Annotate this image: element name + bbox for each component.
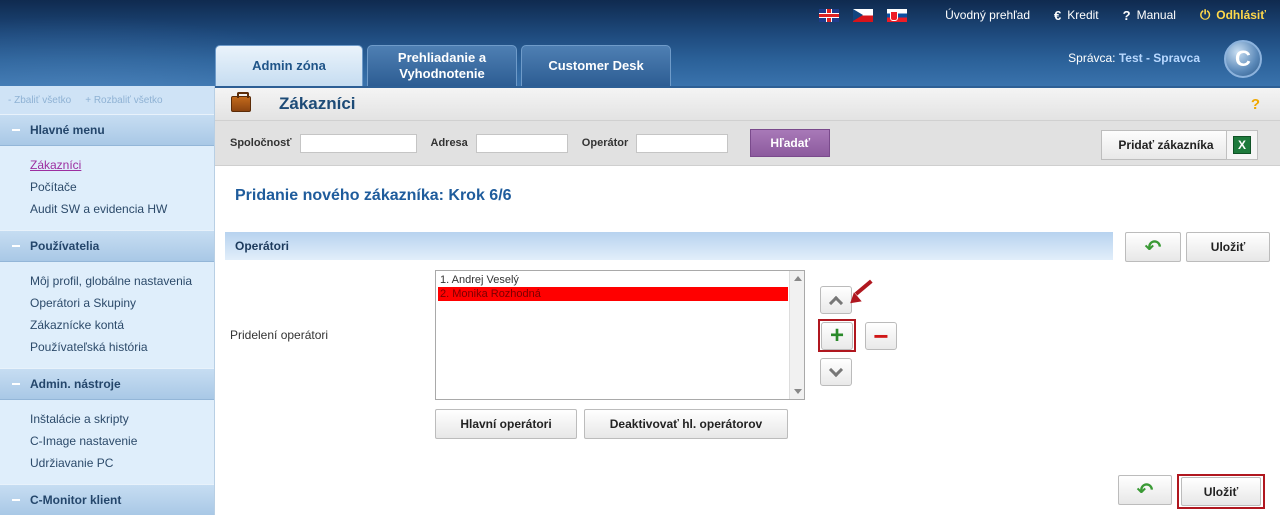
- manual-link[interactable]: ? Manual: [1123, 8, 1176, 23]
- annotation-arrow-icon: [854, 279, 873, 296]
- sidebar: - Zbaliť všetko + Rozbaliť všetko Hlavné…: [0, 86, 215, 515]
- sidebar-item-user-history[interactable]: Používateľská história: [30, 336, 214, 358]
- top-links: Úvodný prehľad € Kredit ? Manual ⏻ Odhlásiť: [819, 6, 1280, 24]
- credit-link[interactable]: € Kredit: [1054, 8, 1099, 23]
- minus-icon: −: [873, 321, 889, 351]
- plus-icon: +: [829, 322, 844, 349]
- chevron-up-icon: [828, 295, 844, 310]
- sidebar-item-customer-accounts[interactable]: Zákaznícke kontá: [30, 314, 214, 336]
- operators-section-header: Operátori: [225, 232, 1113, 260]
- page-header: Zákazníci ?: [215, 86, 1280, 120]
- sidebar-item-customers[interactable]: Zákazníci: [30, 154, 214, 176]
- sidebar-section-label: Admin. nástroje: [30, 377, 121, 391]
- admin-info: Správca: Test - Spravca: [1068, 51, 1200, 65]
- operator-label: Operátor: [581, 137, 629, 149]
- company-label: Spoločnosť: [230, 137, 292, 149]
- briefcase-icon: [231, 92, 251, 112]
- excel-icon: X: [1233, 136, 1251, 154]
- uk-flag-icon[interactable]: [819, 8, 840, 22]
- main-content: Zákazníci ? Spoločnosť Adresa Operátor H…: [215, 86, 1280, 515]
- main-operators-button[interactable]: Hlavní operátori: [435, 409, 577, 439]
- cz-flag-icon[interactable]: [853, 8, 874, 22]
- sidebar-item-cimage[interactable]: C-Image nastavenie: [30, 430, 214, 452]
- operator-input[interactable]: [636, 133, 729, 153]
- sidebar-items-admin-tools: Inštalácie a skripty C-Image nastavenie …: [0, 400, 214, 484]
- logout-link[interactable]: ⏻ Odhlásiť: [1200, 7, 1266, 23]
- list-item[interactable]: 2. Monika Rozhodná: [438, 287, 788, 301]
- sidebar-section-label: Používatelia: [30, 239, 100, 253]
- back-button[interactable]: ↶: [1125, 232, 1181, 262]
- tab-customer-desk[interactable]: Customer Desk: [521, 45, 671, 86]
- scroll-up-icon[interactable]: [794, 276, 802, 281]
- wizard-step-title: Pridanie nového zákazníka: Krok 6/6: [235, 187, 512, 204]
- admin-label: Správca:: [1068, 51, 1116, 65]
- sidebar-items-main-menu: Zákazníci Počítače Audit SW a evidencia …: [0, 146, 214, 230]
- question-icon: ?: [1122, 7, 1131, 23]
- collapse-icon: [12, 245, 20, 247]
- header-bar: Úvodný prehľad € Kredit ? Manual ⏻ Odhlásiť…: [0, 0, 1280, 86]
- collapse-icon: [12, 129, 20, 131]
- save-button-top[interactable]: Uložiť: [1186, 232, 1270, 262]
- sidebar-item-installations[interactable]: Inštalácie a skripty: [30, 408, 214, 430]
- tab-admin-zone[interactable]: Admin zóna: [215, 45, 363, 86]
- expand-all-link[interactable]: + Rozbaliť všetko: [85, 95, 162, 106]
- sidebar-section-cmonitor[interactable]: C-Monitor klient: [0, 484, 214, 515]
- add-operator-button[interactable]: +: [821, 322, 853, 350]
- excel-export-button[interactable]: X: [1226, 130, 1258, 160]
- sidebar-item-operators[interactable]: Operátori a Skupiny: [30, 292, 214, 314]
- search-button[interactable]: Hľadať: [750, 129, 831, 157]
- company-input[interactable]: [299, 133, 417, 153]
- manual-label: Manual: [1136, 8, 1176, 22]
- overview-link[interactable]: Úvodný prehľad: [945, 8, 1030, 22]
- logo-icon: C: [1224, 40, 1262, 78]
- collapse-icon: [12, 383, 20, 385]
- move-down-button[interactable]: [820, 358, 852, 386]
- scroll-down-icon[interactable]: [794, 389, 802, 394]
- page-title: Zákazníci: [279, 94, 356, 113]
- sidebar-item-audit[interactable]: Audit SW a evidencia HW: [30, 198, 214, 220]
- list-item[interactable]: 1. Andrej Veselý: [438, 273, 788, 287]
- euro-icon: €: [1054, 7, 1062, 23]
- tab-browse-evaluate[interactable]: Prehliadanie a Vyhodnotenie: [367, 45, 517, 86]
- operators-listbox[interactable]: 1. Andrej Veselý 2. Monika Rozhodná: [435, 270, 805, 400]
- sidebar-section-admin-tools[interactable]: Admin. nástroje: [0, 368, 214, 400]
- back-arrow-icon: ↶: [1136, 479, 1154, 502]
- sidebar-item-pc-maintenance[interactable]: Udržiavanie PC: [30, 452, 214, 474]
- main-tabs: Admin zóna Prehliadanie a Vyhodnotenie C…: [215, 45, 675, 86]
- sidebar-section-label: C-Monitor klient: [30, 493, 122, 507]
- chevron-down-icon: [828, 362, 844, 377]
- sk-flag-icon[interactable]: [887, 8, 908, 22]
- sidebar-item-my-profile[interactable]: Môj profil, globálne nastavenia: [30, 270, 214, 292]
- sidebar-toolbar: - Zbaliť všetko + Rozbaliť všetko: [0, 86, 214, 114]
- remove-operator-button[interactable]: −: [865, 322, 897, 350]
- listbox-scrollbar[interactable]: [789, 271, 804, 399]
- back-button-bottom[interactable]: ↶: [1118, 475, 1172, 505]
- assigned-operators-label: Pridelení operátori: [230, 328, 329, 342]
- filter-bar: Spoločnosť Adresa Operátor Hľadať Pridať…: [215, 120, 1280, 166]
- collapse-icon: [12, 499, 20, 501]
- save-button-bottom[interactable]: Uložiť: [1181, 477, 1261, 506]
- power-icon: ⏻: [1199, 7, 1211, 22]
- back-arrow-icon: ↶: [1144, 236, 1162, 259]
- address-input[interactable]: [475, 133, 568, 153]
- collapse-all-link[interactable]: - Zbaliť všetko: [8, 95, 71, 106]
- sidebar-items-users: Môj profil, globálne nastavenia Operátor…: [0, 262, 214, 368]
- help-icon[interactable]: ?: [1251, 96, 1260, 113]
- deactivate-main-operators-button[interactable]: Deaktivovať hl. operátorov: [584, 409, 788, 439]
- credit-label: Kredit: [1067, 8, 1099, 22]
- sidebar-section-main-menu[interactable]: Hlavné menu: [0, 114, 214, 146]
- admin-name[interactable]: Test - Spravca: [1119, 51, 1200, 65]
- address-label: Adresa: [430, 137, 468, 149]
- logout-label: Odhlásiť: [1216, 8, 1266, 22]
- add-customer-button[interactable]: Pridať zákazníka: [1101, 130, 1231, 160]
- sidebar-section-users[interactable]: Používatelia: [0, 230, 214, 262]
- sidebar-item-computers[interactable]: Počítače: [30, 176, 214, 198]
- sidebar-section-label: Hlavné menu: [30, 123, 105, 137]
